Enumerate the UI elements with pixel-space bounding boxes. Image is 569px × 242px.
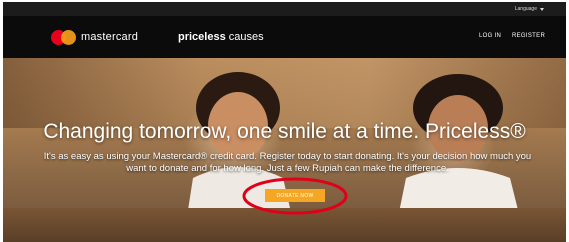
brand-name[interactable]: mastercard [81,31,138,43]
login-link[interactable]: LOG IN [479,33,501,39]
page: Language mastercard priceless causes LOG… [0,0,569,242]
language-label: Language [514,6,537,12]
hero-subtext-line1: It's as easy as using your Mastercard® c… [43,151,532,162]
site-title-rest: causes [225,31,264,43]
register-link[interactable]: REGISTER [512,33,545,39]
hero-headline: Changing tomorrow, one smile at a time. … [43,120,526,143]
highlight-circle-annotation [242,177,348,215]
hero-banner: Changing tomorrow, one smile at a time. … [3,58,566,242]
logo-orange-circle [61,30,76,45]
site-title-bold: priceless [178,31,226,43]
hero-subtext-line2: want to donate and for how long. Just a … [126,163,449,174]
hero-subtext: It's as easy as using your Mastercard® c… [11,151,564,175]
language-selector[interactable]: Language [515,6,544,12]
mastercard-logo-icon[interactable] [51,30,77,45]
utility-bar: Language [3,2,566,16]
caret-down-icon [540,7,544,11]
site-title[interactable]: priceless causes [178,31,264,43]
site-header: mastercard priceless causes LOG IN REGIS… [3,16,566,58]
